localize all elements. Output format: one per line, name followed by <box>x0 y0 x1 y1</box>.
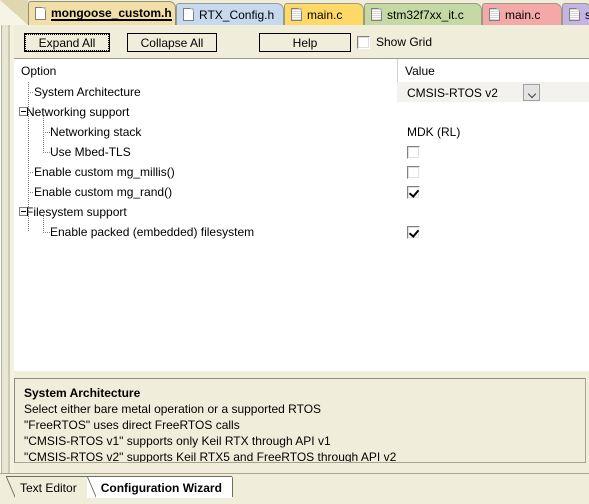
column-header-value[interactable]: Value <box>397 59 589 82</box>
chevron-down-icon[interactable] <box>523 84 540 101</box>
option-label: Networking stack <box>50 125 142 139</box>
option-cell[interactable]: Enable custom mg_rand() <box>14 182 397 202</box>
description-line-2: "FreeRTOS" uses direct FreeRTOS calls <box>24 418 240 432</box>
value-combobox[interactable]: CMSIS-RTOS v2 <box>407 84 540 101</box>
value-checkbox-checked[interactable] <box>407 185 420 199</box>
expand-all-button[interactable]: Expand All <box>24 33 110 52</box>
tab-strip-left-edge <box>0 0 28 25</box>
file-tab-3[interactable]: stm32f7xx_it.c <box>364 3 482 25</box>
document-icon <box>569 8 580 21</box>
value-combobox-selected-text: CMSIS-RTOS v2 <box>407 85 498 100</box>
option-cell[interactable]: Networking support <box>14 102 397 122</box>
file-tab-5[interactable]: s <box>562 3 589 25</box>
option-cell[interactable]: Enable packed (embedded) filesystem <box>14 222 397 242</box>
file-tab-label: s <box>585 9 589 21</box>
option-label: Filesystem support <box>26 205 127 219</box>
tree-branch-line <box>43 212 44 232</box>
value-cell[interactable] <box>397 162 589 182</box>
value-cell[interactable]: MDK (RL) <box>397 122 589 142</box>
configuration-wizard-client: Expand All Collapse All Help Show Grid O… <box>0 25 589 473</box>
option-label: Enable packed (embedded) filesystem <box>50 225 255 239</box>
option-cell[interactable]: Filesystem support <box>14 202 397 222</box>
table-row[interactable]: Enable custom mg_millis() <box>14 162 589 182</box>
file-tab-0[interactable]: mongoose_custom.h <box>28 1 176 25</box>
description-line-4: "CMSIS-RTOS v2" supports Keil RTX5 and F… <box>24 450 397 463</box>
file-tab-2[interactable]: main.c <box>284 3 364 25</box>
file-tab-label: RTX_Config.h <box>199 7 275 22</box>
collapse-all-button[interactable]: Collapse All <box>127 33 217 52</box>
option-cell[interactable]: Use Mbed-TLS <box>14 142 397 162</box>
table-row[interactable]: Enable custom mg_rand() <box>14 182 589 202</box>
tree-connector-line <box>43 132 50 133</box>
description-panel: System Architecture Select either bare m… <box>14 378 586 463</box>
show-grid-checkbox[interactable] <box>357 35 370 49</box>
view-tab-text-editor[interactable]: Text Editor <box>6 476 87 498</box>
table-row[interactable]: Enable packed (embedded) filesystem <box>14 222 589 242</box>
view-mode-tabbar: Text Editor Configuration Wizard <box>0 473 589 504</box>
option-cell[interactable]: Enable custom mg_millis() <box>14 162 397 182</box>
view-tab-end-divider <box>231 476 242 497</box>
option-cell[interactable]: Networking stack <box>14 122 397 142</box>
value-cell[interactable] <box>397 202 589 222</box>
document-icon <box>183 8 194 21</box>
show-grid-label: Show Grid <box>376 35 433 49</box>
document-icon <box>489 8 500 21</box>
file-tab-label: main.c <box>307 7 343 22</box>
show-grid-checkbox-row[interactable]: Show Grid <box>357 35 432 49</box>
collapse-all-label: Collapse All <box>140 35 204 50</box>
table-row[interactable]: Use Mbed-TLS <box>14 142 589 162</box>
option-label: Networking support <box>26 105 130 119</box>
file-tab-1[interactable]: RTX_Config.h <box>176 3 284 25</box>
tree-connector-line <box>43 152 50 153</box>
description-title: System Architecture <box>24 386 141 400</box>
table-row[interactable]: Networking stack MDK (RL) <box>14 122 589 142</box>
help-button[interactable]: Help <box>259 33 351 52</box>
value-checkbox-unchecked[interactable] <box>407 145 420 159</box>
file-tab-strip: mongoose_custom.h RTX_Config.h main.c stm32… <box>0 0 589 25</box>
file-tab-label: main.c <box>505 7 541 22</box>
document-icon <box>35 7 46 20</box>
value-cell[interactable] <box>397 142 589 162</box>
grid-rows: System Architecture CMSIS-RTOS v2 Networki… <box>14 82 589 371</box>
table-row[interactable]: Filesystem support <box>14 202 589 222</box>
option-label: Use Mbed-TLS <box>50 145 131 159</box>
value-text: MDK (RL) <box>407 125 461 139</box>
view-tab-configuration-wizard[interactable]: Configuration Wizard <box>86 476 232 498</box>
expand-all-label: Expand All <box>38 35 96 50</box>
tree-trunk-line <box>28 82 29 232</box>
tree-connector-line <box>43 232 50 233</box>
wizard-toolbar: Expand All Collapse All Help Show Grid <box>14 25 589 58</box>
file-tab-label: mongoose_custom.h <box>51 5 172 21</box>
description-line-3: "CMSIS-RTOS v1" supports only Keil RTX t… <box>24 434 331 448</box>
option-label: Enable custom mg_rand() <box>34 185 173 199</box>
table-row[interactable]: Networking support <box>14 102 589 122</box>
client-left-edge <box>0 25 14 473</box>
view-tab-label: Text Editor <box>20 480 77 495</box>
options-grid: Option Value System Architecture CMSIS-RT… <box>14 58 589 371</box>
view-tab-label: Configuration Wizard <box>100 480 222 495</box>
file-tab-label: stm32f7xx_it.c <box>387 7 464 22</box>
value-checkbox-unchecked[interactable] <box>407 165 420 179</box>
column-header-option[interactable]: Option <box>14 59 397 82</box>
value-cell[interactable] <box>397 182 589 202</box>
document-icon <box>291 8 302 21</box>
value-cell[interactable] <box>397 102 589 122</box>
view-mode-tabs: Text Editor Configuration Wizard <box>6 476 242 498</box>
document-icon <box>371 8 382 21</box>
option-label: Enable custom mg_millis() <box>34 165 175 179</box>
option-cell[interactable]: System Architecture <box>14 82 397 102</box>
value-checkbox-checked[interactable] <box>407 225 420 239</box>
grid-header-row: Option Value <box>14 59 589 83</box>
description-line-1: Select either bare metal operation or a … <box>24 402 322 416</box>
tree-branch-line <box>43 112 44 152</box>
option-label: System Architecture <box>34 85 141 99</box>
value-cell[interactable] <box>397 222 589 242</box>
help-label: Help <box>292 35 318 50</box>
file-tab-4[interactable]: main.c <box>482 3 562 25</box>
